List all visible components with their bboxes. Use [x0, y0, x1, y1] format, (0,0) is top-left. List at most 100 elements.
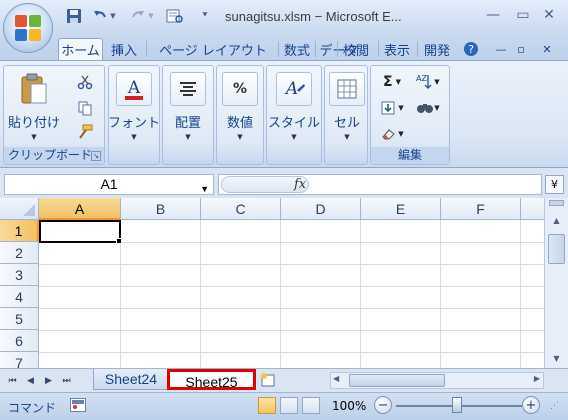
name-box-dropdown-icon[interactable]: ▼ [200, 180, 209, 199]
next-sheet-icon[interactable]: ▶ [42, 374, 55, 388]
redo-dropdown-icon[interactable]: ▼ [146, 6, 156, 26]
cells-dropdown-icon: ▼ [344, 133, 350, 141]
cells-button[interactable]: セル ▼ [325, 70, 369, 144]
alignment-dropdown-icon: ▼ [185, 133, 191, 141]
cut-icon[interactable] [74, 72, 96, 92]
tab-insert[interactable]: 挿入 [106, 38, 142, 60]
workbook-close-button[interactable]: ✕ [538, 38, 556, 60]
row-header-6[interactable]: 6 [0, 330, 39, 352]
zoom-slider-thumb[interactable] [452, 397, 462, 413]
tab-view[interactable]: 表示 [379, 38, 415, 60]
horizontal-scrollbar[interactable]: ◀ ▶ [330, 372, 544, 389]
worksheet-grid[interactable]: A B C D E F 1 2 3 4 5 6 7 [0, 198, 568, 368]
page-layout-view-icon[interactable] [280, 397, 298, 414]
insert-function-icon[interactable]: fx [294, 177, 306, 192]
clipboard-dialog-launcher-icon[interactable]: ↘ [91, 151, 101, 161]
select-all-button[interactable] [0, 198, 39, 220]
row-header-1[interactable]: 1 [0, 220, 39, 242]
active-cell-a1[interactable] [39, 220, 121, 243]
undo-icon[interactable] [90, 6, 110, 26]
expand-formula-bar-button[interactable]: ¥ [545, 175, 564, 194]
tab-page-layout[interactable]: ページ レイアウト [148, 38, 278, 60]
row-header-2[interactable]: 2 [0, 242, 39, 264]
horizontal-scroll-thumb[interactable] [349, 374, 445, 387]
sort-filter-icon[interactable]: AZ ▼ [413, 72, 443, 92]
window-close-button[interactable]: ✕ [535, 5, 563, 25]
column-header-b[interactable]: B [121, 198, 201, 220]
office-button[interactable] [3, 3, 53, 53]
normal-view-icon[interactable] [258, 397, 276, 414]
column-header-f[interactable]: F [441, 198, 521, 220]
sheet-tab-sheet25[interactable]: Sheet25 [167, 369, 256, 390]
svg-text:A: A [284, 79, 298, 99]
clear-icon[interactable]: ▼ [377, 124, 407, 144]
styles-group: A スタイル ▼ [266, 65, 322, 165]
customize-qat-dropdown-icon[interactable]: ⯆ [198, 6, 212, 26]
autosum-icon[interactable]: Σ ▼ [377, 72, 407, 92]
column-header-a[interactable]: A [39, 198, 121, 220]
styles-button[interactable]: A スタイル ▼ [268, 70, 320, 144]
column-header-e[interactable]: E [361, 198, 441, 220]
window-minimize-button[interactable]: — [479, 5, 507, 25]
zoom-level[interactable]: 100% [332, 399, 366, 413]
macro-record-icon[interactable] [70, 398, 86, 412]
tab-formulas[interactable]: 数式 [280, 38, 314, 60]
scroll-right-icon[interactable]: ▶ [534, 374, 540, 383]
split-box[interactable] [549, 200, 564, 206]
row-header-3[interactable]: 3 [0, 264, 39, 286]
cells-group: セル ▼ [324, 65, 368, 165]
zoom-out-button[interactable]: − [374, 396, 392, 414]
tab-developer[interactable]: 開発 [419, 38, 455, 60]
font-button[interactable]: A フォント ▼ [108, 70, 160, 144]
previous-sheet-icon[interactable]: ◀ [24, 374, 37, 388]
formula-input[interactable]: fx [218, 174, 542, 195]
page-break-preview-icon[interactable] [302, 397, 320, 414]
paste-dropdown-icon[interactable]: ▼ [31, 133, 36, 141]
row-header-5[interactable]: 5 [0, 308, 39, 330]
number-button[interactable]: % 数値 ▼ [217, 70, 263, 144]
zoom-in-button[interactable]: + [522, 396, 540, 414]
scroll-left-icon[interactable]: ◀ [333, 374, 339, 383]
editing-group-label: 編集 [371, 147, 449, 164]
row-header-7[interactable]: 7 [0, 352, 39, 368]
paste-icon [16, 72, 52, 106]
last-sheet-icon[interactable]: ⏭ [60, 374, 73, 388]
resize-grip-icon[interactable]: ⋰ [550, 401, 564, 415]
insert-sheet-icon[interactable] [259, 372, 277, 388]
undo-dropdown-icon[interactable]: ▼ [108, 6, 118, 26]
fill-handle[interactable] [116, 238, 122, 244]
status-bar: コマンド 100% − + ⋰ [0, 392, 568, 420]
vertical-scrollbar[interactable]: ▲ ▼ [544, 198, 568, 368]
copy-icon[interactable] [74, 98, 96, 118]
format-painter-icon[interactable] [74, 122, 96, 142]
alignment-button[interactable]: 配置 ▼ [165, 70, 211, 144]
scroll-up-icon[interactable]: ▲ [548, 212, 565, 228]
alignment-label: 配置 [174, 116, 201, 131]
font-group: A フォント ▼ [108, 65, 160, 165]
column-header-d[interactable]: D [281, 198, 361, 220]
sheet-tab-bar: ⏮ ◀ ▶ ⏭ Sheet24 Sheet25 ◀ ▶ [0, 368, 568, 392]
column-header-c[interactable]: C [201, 198, 281, 220]
name-box[interactable]: A1 ▼ [4, 174, 214, 195]
row-header-4[interactable]: 4 [0, 286, 39, 308]
sheet-tab-sheet24[interactable]: Sheet24 [93, 369, 169, 390]
vertical-scroll-thumb[interactable] [548, 234, 565, 264]
print-preview-icon[interactable] [165, 6, 185, 26]
paste-button[interactable]: 貼り付け ▼ [8, 70, 61, 144]
tab-review[interactable]: 校閲 [338, 38, 374, 60]
ribbon-minimize-button[interactable]: — [492, 38, 510, 60]
styles-icon: A [276, 72, 312, 106]
scroll-down-icon[interactable]: ▼ [548, 350, 565, 366]
first-sheet-icon[interactable]: ⏮ [6, 374, 19, 388]
svg-text:?: ? [468, 43, 474, 56]
redo-icon[interactable] [128, 6, 148, 26]
window-maximize-button[interactable]: ▭ [509, 5, 537, 25]
paste-label: 貼り付け [8, 116, 61, 131]
fill-icon[interactable]: ▼ [377, 98, 407, 118]
clipboard-group: 貼り付け ▼ クリップボード ↘ [3, 65, 105, 165]
tab-home[interactable]: ホーム [58, 38, 103, 60]
save-icon[interactable] [64, 6, 84, 26]
ribbon-restore-button[interactable]: ▫ [512, 38, 530, 60]
help-icon[interactable]: ? [460, 38, 482, 60]
find-select-icon[interactable]: ▼ [413, 98, 443, 118]
